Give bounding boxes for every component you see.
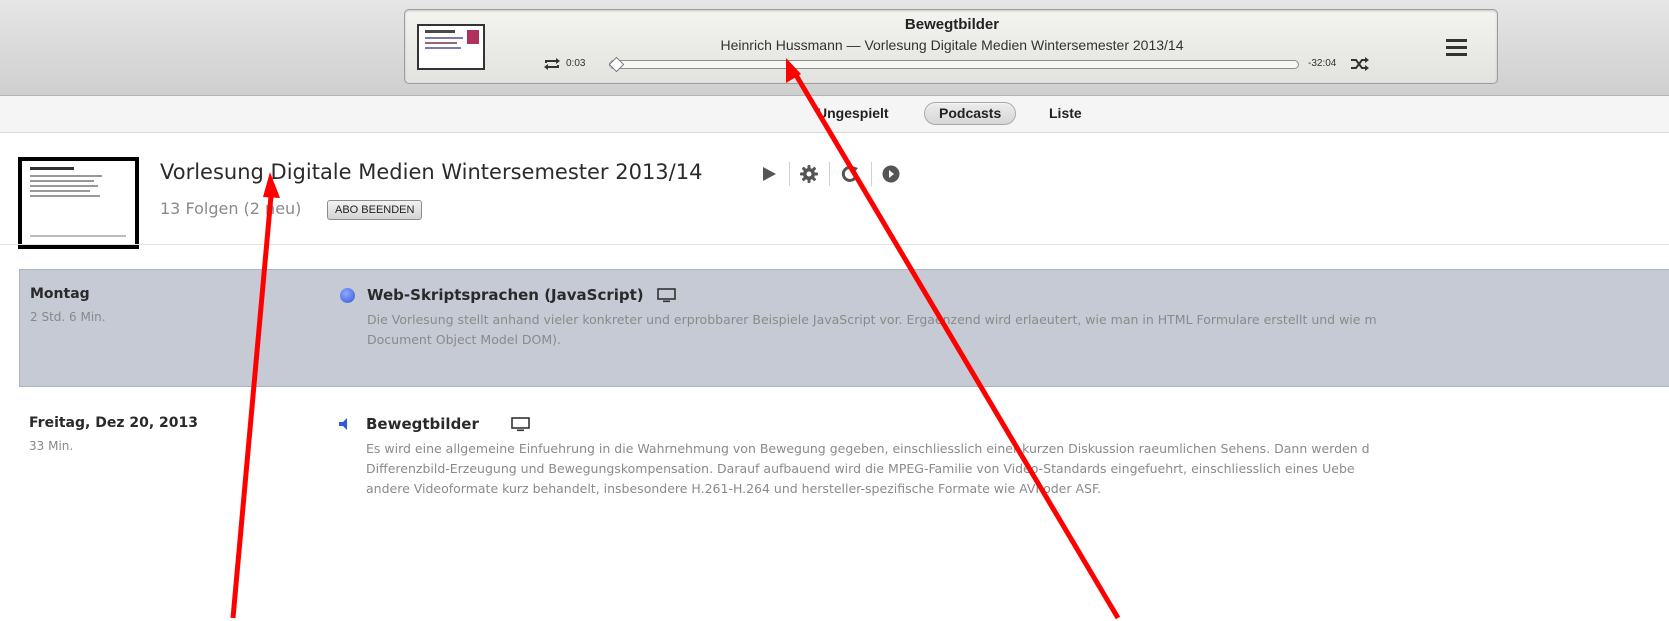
- description-line: Differenzbild-Erzeugung und Bewegungskom…: [366, 461, 1355, 476]
- episode-title[interactable]: Bewegtbilder: [366, 415, 479, 433]
- now-playing-subtitle: Heinrich Hussmann — Vorlesung Digitale M…: [720, 37, 1184, 53]
- progress-slider[interactable]: [608, 56, 1299, 73]
- arrow-right-circle-icon[interactable]: [882, 165, 900, 183]
- play-icon[interactable]: [760, 165, 778, 183]
- now-playing-title: Bewegtbilder: [904, 16, 1000, 33]
- episode-duration: 33 Min.: [29, 439, 74, 453]
- video-screen-icon: [657, 288, 676, 303]
- episode-duration: 2 Std. 6 Min.: [30, 310, 106, 324]
- player-bar: Bewegtbilder Heinrich Hussmann — Vorlesu…: [0, 0, 1669, 96]
- podcast-cover-art[interactable]: [18, 157, 139, 249]
- remaining-time: -32:04: [1308, 58, 1337, 69]
- episode-description: Es wird eine allgemeine Einfuehrung in d…: [366, 439, 1666, 499]
- elapsed-time: 0:03: [566, 58, 586, 69]
- header-separator: [871, 162, 872, 186]
- episode-date: Freitag, Dez 20, 2013: [29, 415, 198, 431]
- repeat-icon[interactable]: [543, 57, 561, 71]
- header-divider: [0, 244, 1669, 245]
- header-separator: [789, 162, 790, 186]
- speaker-icon: [339, 418, 347, 430]
- header-separator: [829, 162, 830, 186]
- refresh-icon[interactable]: [841, 165, 859, 183]
- progress-knob[interactable]: [608, 56, 625, 73]
- list-menu-icon[interactable]: [1446, 39, 1467, 56]
- episode-title[interactable]: Web-Skriptsprachen (JavaScript): [367, 286, 644, 304]
- view-tabs: Ungespielt Podcasts Liste: [0, 96, 1669, 133]
- tab-unplayed[interactable]: Ungespielt: [802, 102, 904, 125]
- new-episode-dot-icon: [340, 288, 355, 303]
- tab-podcasts[interactable]: Podcasts: [924, 102, 1017, 125]
- now-playing-display: Bewegtbilder Heinrich Hussmann — Vorlesu…: [404, 9, 1498, 84]
- unsubscribe-button[interactable]: ABO BEENDEN: [327, 200, 423, 220]
- episode-row[interactable]: Montag 2 Std. 6 Min. Web-Skriptsprachen …: [19, 269, 1669, 387]
- gear-icon[interactable]: [800, 165, 818, 183]
- shuffle-icon[interactable]: [1350, 57, 1370, 71]
- episode-row[interactable]: Freitag, Dez 20, 2013 33 Min. Bewegtbild…: [19, 399, 1669, 519]
- podcast-title: Vorlesung Digitale Medien Wintersemester…: [160, 160, 703, 184]
- video-screen-icon: [511, 417, 530, 432]
- episode-description: Die Vorlesung stellt anhand vieler konkr…: [367, 310, 1667, 350]
- description-line: Die Vorlesung stellt anhand vieler konkr…: [367, 312, 1377, 327]
- episode-count: 13 Folgen (2 neu): [160, 199, 302, 218]
- description-line: andere Videoformate kurz behandelt, insb…: [366, 481, 1102, 496]
- description-line: Document Object Model DOM).: [367, 332, 562, 347]
- description-line: Es wird eine allgemeine Einfuehrung in d…: [366, 441, 1370, 456]
- episode-date: Montag: [30, 286, 90, 302]
- tab-list[interactable]: Liste: [1034, 102, 1097, 125]
